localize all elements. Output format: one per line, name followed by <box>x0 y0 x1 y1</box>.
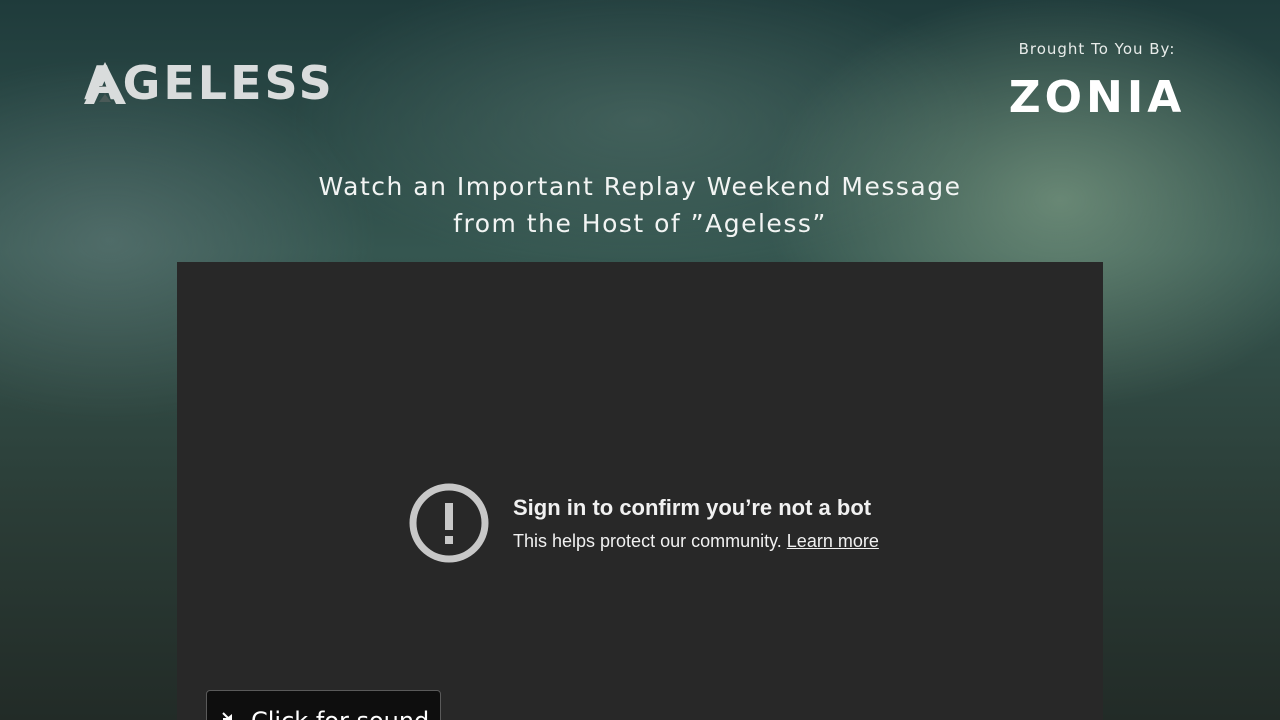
notice-text: This helps protect our community. Learn … <box>513 531 879 552</box>
exclamation-circle-icon <box>409 483 489 563</box>
ageless-logo[interactable]: AGELESS <box>82 56 335 110</box>
learn-more-link[interactable]: Learn more <box>787 531 879 551</box>
sponsor-logo[interactable]: ZONIA <box>1006 76 1188 120</box>
notice-title: Sign in to confirm you’re not a bot <box>513 494 872 520</box>
sponsor-block: Brought To You By: ZONIA <box>1006 40 1188 120</box>
sponsor-label: Brought To You By: <box>1018 40 1176 58</box>
speaker-muted-icon <box>222 712 232 720</box>
video-player[interactable]: Sign in to confirm you’re not a bot This… <box>177 262 1103 720</box>
page-headline: Watch an Important Replay Weekend Messag… <box>0 168 1280 242</box>
headline-line-2: from the Host of ”Ageless” <box>453 209 827 238</box>
brand-name: AGELESS <box>84 56 335 110</box>
sound-button-label: Click for sound <box>251 707 429 720</box>
notice-body: Sign in to confirm you’re not a bot This… <box>513 495 879 552</box>
notice-description: This helps protect our community. <box>513 530 782 551</box>
click-for-sound-button[interactable]: Click for sound <box>206 690 441 720</box>
headline-line-1: Watch an Important Replay Weekend Messag… <box>318 172 962 201</box>
bot-check-notice: Sign in to confirm you’re not a bot This… <box>409 483 879 563</box>
